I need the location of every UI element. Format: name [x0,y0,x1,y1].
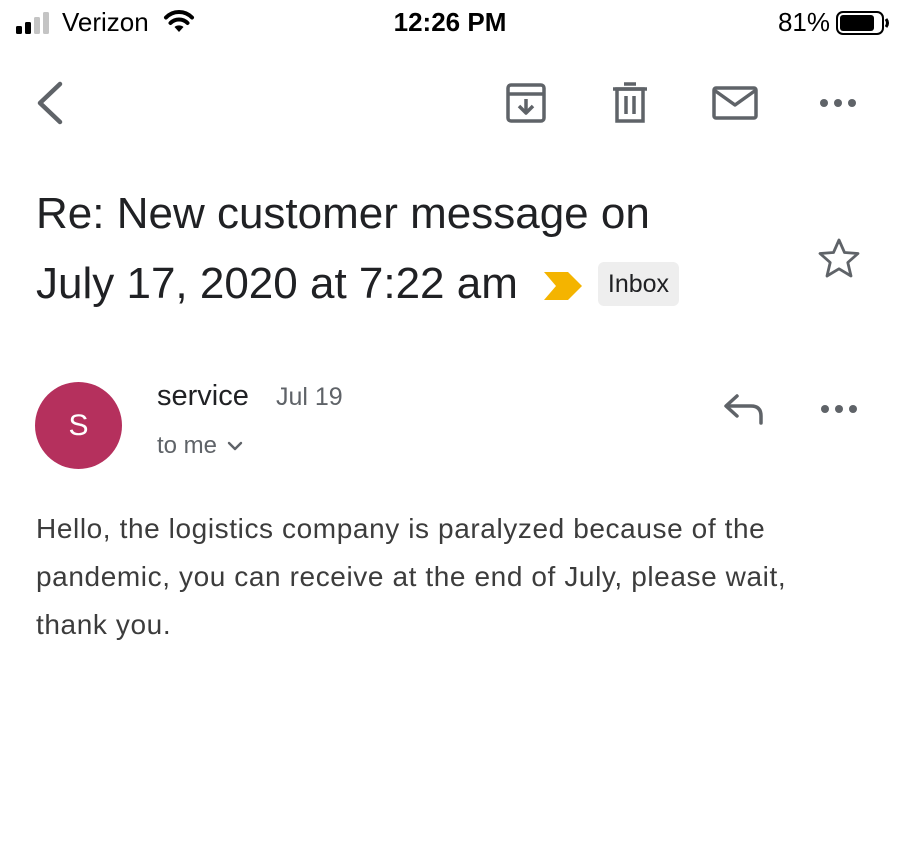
mark-unread-button[interactable] [703,70,767,136]
importance-marker-icon[interactable] [543,252,582,320]
battery-icon [836,11,889,35]
star-icon [818,238,860,278]
more-icon [821,405,857,413]
sender-name: service [157,380,249,412]
message-date: Jul 19 [276,383,343,411]
battery-percent: 81% [777,7,830,37]
archive-button[interactable] [494,70,558,136]
recipient-details-toggle[interactable]: to me [157,430,243,462]
back-button[interactable] [18,70,82,136]
toolbar [0,70,900,140]
delete-icon [613,82,647,123]
mark-unread-icon [712,86,758,120]
recipient-text: to me [157,432,218,459]
message-body: Hello, the logistics company is paralyze… [36,513,787,640]
subject-line-2: July 17, 2020 at 7:22 am [36,259,518,308]
reply-button[interactable] [716,386,772,432]
status-bar: Verizon 12:26 PM 81% [0,0,900,46]
subject-line-1: Re: New customer message on [36,189,650,238]
chevron-down-icon [227,441,243,451]
subject-line-2-row: July 17, 2020 at 7:22 am Inbox [36,248,796,320]
reply-icon [724,394,763,425]
more-icon [820,99,856,107]
sender-avatar[interactable]: S [35,382,122,469]
status-time: 12:26 PM [393,7,507,37]
back-icon [37,81,63,125]
inbox-label-chip[interactable]: Inbox [597,262,680,306]
more-options-button[interactable] [806,70,870,136]
archive-icon [506,83,546,123]
star-button[interactable] [814,233,864,283]
email-subject: Re: New customer message on July 17, 202… [36,180,796,320]
delete-button[interactable] [598,70,662,136]
message-more-button[interactable] [810,386,868,432]
